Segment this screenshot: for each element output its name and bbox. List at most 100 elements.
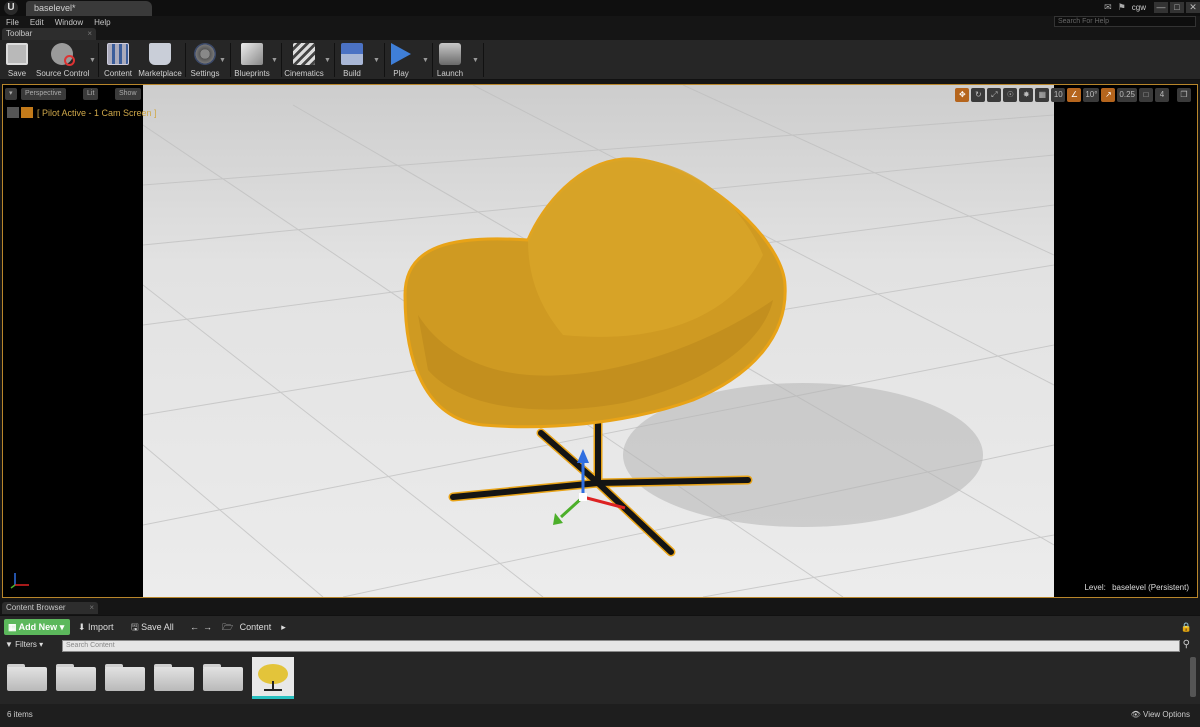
save-all-button[interactable]: 🖫 Save All (131, 619, 174, 635)
blueprints-button[interactable]: Blueprints (234, 42, 270, 80)
perspective-button[interactable]: Perspective (21, 88, 66, 100)
save-all-icon: 🖫 (131, 622, 142, 632)
maximize-viewport-icon[interactable]: ❐ (1177, 88, 1191, 102)
scale-snap-icon[interactable]: ↗ (1101, 88, 1116, 102)
lit-button[interactable]: Lit (83, 88, 99, 100)
menu-help[interactable]: Help (94, 18, 110, 27)
main-toolbar: Save Source Control ▼ Content Marketplac… (0, 40, 1200, 80)
scale-snap-value[interactable]: 0.25 (1117, 88, 1137, 102)
marketplace-button[interactable]: Marketplace (138, 42, 182, 80)
chevron-down-icon[interactable]: ▼ (219, 57, 226, 64)
add-new-button[interactable]: ▦ Add New ▾ (4, 619, 70, 635)
toolbar-separator (281, 43, 282, 77)
rotate-tool-icon[interactable]: ↻ (971, 88, 986, 102)
folder-item[interactable] (56, 664, 96, 691)
content-browser-tab[interactable]: Content Browser × (2, 602, 98, 614)
lock-icon[interactable]: 🔒 (1181, 619, 1192, 635)
history-forward-button[interactable]: → (203, 619, 212, 635)
perspective-label: Perspective (25, 90, 62, 97)
content-browser-panel: ▦ Add New ▾ ⬇ Import 🖫 Save All ← → 🗁 Co… (0, 615, 1200, 727)
chair-asset-thumbnail[interactable] (252, 657, 294, 699)
viewport-options-button[interactable]: ▾ (5, 88, 17, 100)
filters-button[interactable]: ▼ Filters ▾ (5, 640, 43, 649)
chevron-down-icon[interactable]: ▼ (373, 57, 380, 64)
source-control-icon (51, 43, 75, 66)
cinematics-label: Cinematics (284, 69, 324, 78)
toolbar-separator (98, 43, 99, 77)
grid-snap-value[interactable]: 10 (1051, 88, 1066, 102)
lit-label: Lit (87, 90, 95, 97)
folder-item[interactable] (105, 664, 145, 691)
level-tab[interactable]: baselevel* (26, 1, 152, 16)
menu-window[interactable]: Window (55, 18, 83, 27)
path-breadcrumb[interactable]: 🗁 Content ▸ (222, 619, 286, 635)
level-viewport[interactable]: ▾ Perspective Lit Show [ Pilot Active - … (2, 84, 1198, 598)
source-control-button[interactable]: Source Control (36, 42, 89, 80)
history-back-button[interactable]: ← (190, 619, 199, 635)
play-icon (391, 43, 411, 65)
chevron-right-icon: ▸ (281, 622, 286, 632)
chevron-down-icon[interactable]: ▼ (324, 57, 331, 64)
surface-snap-icon[interactable]: ✸ (1019, 88, 1034, 102)
camera-speed-value[interactable]: 4 (1155, 88, 1169, 102)
play-button[interactable]: Play (388, 42, 414, 80)
title-bar: U baselevel* ✉ ⚑ cgw — □ ✕ (0, 0, 1200, 16)
menu-file[interactable]: File (6, 18, 19, 27)
scale-tool-icon[interactable]: ⤢ (987, 88, 1002, 102)
search-help-input[interactable]: Search For Help (1054, 16, 1196, 27)
chevron-down-icon[interactable]: ▼ (271, 57, 278, 64)
unreal-logo-icon[interactable]: U (4, 1, 18, 15)
search-icon[interactable]: ⚲ (1183, 639, 1190, 650)
save-button[interactable]: Save (4, 42, 30, 80)
folder-icon: 🗁 (222, 622, 236, 632)
grid-snap-icon[interactable]: ▦ (1035, 88, 1050, 102)
toolbar-tab-label: Toolbar (6, 29, 33, 38)
close-icon[interactable]: × (87, 28, 92, 40)
show-button[interactable]: Show (115, 88, 141, 100)
chevron-down-icon[interactable]: ▼ (422, 57, 429, 64)
close-icon[interactable]: × (89, 602, 94, 614)
chevron-down-icon[interactable]: ▼ (472, 57, 479, 64)
view-options-button[interactable]: 👁 View Options (1131, 710, 1190, 719)
build-icon (341, 43, 363, 65)
close-button[interactable]: ✕ (1186, 1, 1200, 13)
import-button[interactable]: ⬇ Import (78, 619, 114, 635)
build-button[interactable]: Build (339, 42, 365, 80)
eject-pilot-icon[interactable] (7, 107, 19, 118)
folder-item[interactable] (154, 664, 194, 691)
rotation-snap-value[interactable]: 10° (1083, 88, 1100, 102)
maximize-button[interactable]: □ (1170, 1, 1184, 13)
settings-button[interactable]: Settings (189, 42, 221, 80)
launch-button[interactable]: Launch (436, 42, 464, 80)
content-button[interactable]: Content (103, 42, 133, 80)
show-label: Show (119, 90, 137, 97)
notification-icon[interactable]: ⚑ (1118, 2, 1126, 13)
content-browser-tab-label: Content Browser (6, 603, 66, 612)
chevron-down-icon: ▾ (39, 640, 44, 649)
axis-indicator-icon (10, 573, 29, 589)
rotation-snap-icon[interactable]: ∠ (1067, 88, 1082, 102)
translate-tool-icon[interactable]: ✥ (955, 88, 970, 102)
chevron-down-icon[interactable]: ▼ (89, 57, 96, 64)
blueprints-icon (241, 43, 263, 65)
content-label: Content (103, 69, 133, 78)
add-new-label: Add New (18, 622, 58, 632)
search-content-input[interactable]: Search Content (62, 640, 1180, 652)
folder-item[interactable] (7, 664, 47, 691)
minimize-button[interactable]: — (1154, 1, 1168, 13)
viewport-tools: ✥ ↻ ⤢ ☉ ✸ ▦ 10 ∠ 10° ↗ 0.25 □ 4 ❐ (953, 88, 1191, 102)
world-space-icon[interactable]: ☉ (1003, 88, 1018, 102)
marketplace-label: Marketplace (138, 69, 182, 78)
menu-edit[interactable]: Edit (30, 18, 44, 27)
viewport-scene[interactable] (143, 85, 1054, 597)
asset-scrollbar[interactable] (1190, 657, 1196, 697)
toolbar-tab[interactable]: Toolbar × (2, 28, 96, 40)
pilot-text: [ Pilot Active - 1 Cam Screen ] (37, 107, 157, 118)
camera-speed-icon[interactable]: □ (1139, 88, 1153, 102)
menu-bar: File Edit Window Help (0, 16, 1200, 28)
cinematics-button[interactable]: Cinematics (284, 42, 324, 80)
folder-item[interactable] (203, 664, 243, 691)
user-name[interactable]: cgw (1132, 3, 1146, 12)
toolbar-separator (432, 43, 433, 77)
chat-icon[interactable]: ✉ (1104, 2, 1112, 13)
